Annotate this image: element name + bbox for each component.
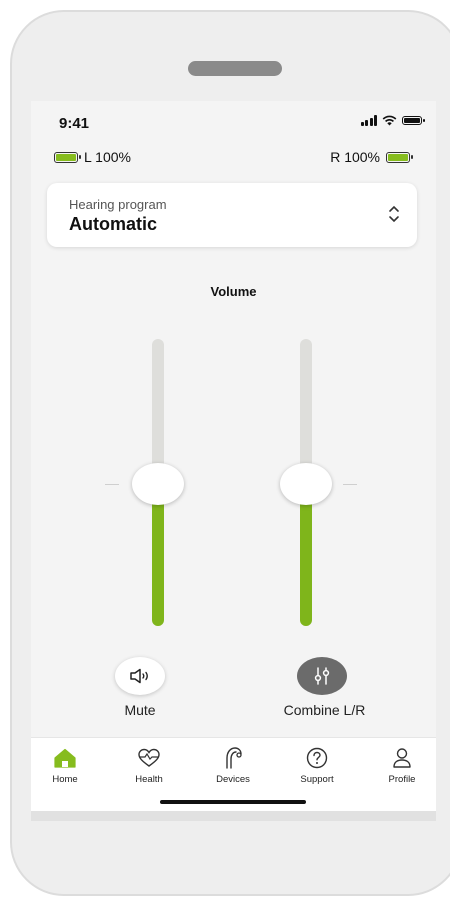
tab-home-label: Home [52,774,78,785]
combine-lr-button[interactable] [297,657,347,695]
tab-bar: Home Health Devices Support Profile [31,737,436,811]
tab-profile-label: Profile [388,774,416,785]
combine-lr-label: Combine L/R [283,702,366,718]
right-battery-label: R 100% [330,149,380,165]
volume-title: Volume [210,284,257,299]
tab-health[interactable]: Health [114,746,184,785]
tab-health-label: Health [135,774,163,785]
right-volume-fill [300,502,312,626]
right-battery: R 100% [330,149,413,165]
question-icon [306,747,328,769]
tab-devices-label: Devices [216,774,250,785]
tab-support[interactable]: Support [282,746,352,785]
status-time: 9:41 [59,115,90,132]
screen-shadow [31,811,436,821]
hearing-aid-icon [226,747,242,769]
right-volume-thumb[interactable] [280,463,332,505]
left-volume-thumb[interactable] [132,463,184,505]
sliders-icon [314,667,330,685]
app-screen: 9:41 L 100% R 100% Hearing program Autom… [31,101,436,811]
left-battery: L 100% [54,149,131,165]
user-icon [393,748,411,768]
tab-profile[interactable]: Profile [367,746,436,785]
chevron-up-down-icon [389,205,399,223]
left-battery-icon [54,151,81,163]
tab-support-label: Support [300,774,334,785]
phone-battery-icon [402,116,425,125]
speaker-icon [130,668,148,684]
hearing-program-selector[interactable]: Hearing program Automatic [47,183,417,247]
right-battery-icon [386,151,413,163]
program-value: Automatic [69,214,158,234]
cell-signal-icon [360,115,377,126]
mute-label: Mute [124,702,156,718]
left-volume-fill [152,502,164,626]
program-label: Hearing program [69,197,167,212]
home-indicator [160,800,306,804]
home-icon [54,748,76,768]
tab-devices[interactable]: Devices [198,746,268,785]
left-slider-tick [105,484,119,485]
wifi-icon [382,115,397,126]
mute-button[interactable] [115,657,165,695]
phone-speaker [188,61,282,76]
right-slider-tick [343,484,357,485]
heart-icon [138,748,160,767]
status-icons [360,115,425,126]
left-battery-label: L 100% [84,149,131,165]
tab-home[interactable]: Home [31,746,100,785]
